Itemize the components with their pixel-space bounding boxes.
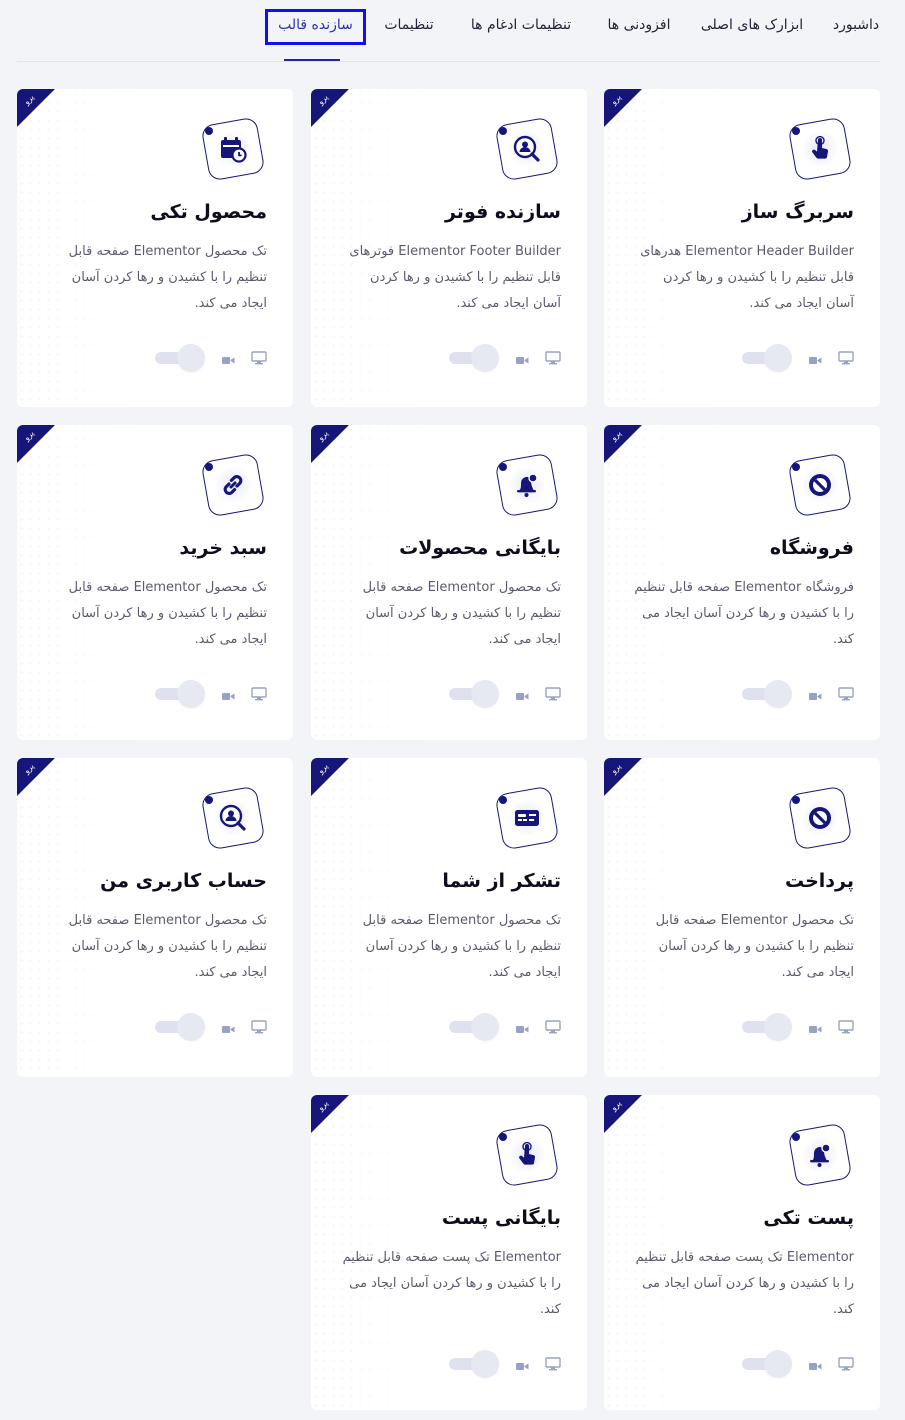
card-title: فروشگاه (769, 537, 854, 559)
card-title: بایگانی پست (441, 1207, 561, 1229)
tab-settings[interactable]: تنظیمات (376, 0, 442, 46)
template-card: پرو سبد خرید تک محصول Elementor صفحه قابل … (17, 425, 293, 740)
video-icon[interactable] (222, 1020, 235, 1039)
monitor-icon[interactable] (545, 350, 561, 369)
card-controls (421, 342, 561, 372)
video-icon[interactable] (222, 351, 235, 370)
card-title: حساب کاربری من (100, 870, 267, 892)
card-title: محصول تکی (150, 201, 267, 223)
template-card: پرو سربرگ ساز Elementor Header Builder هدر… (604, 89, 880, 407)
card-controls (421, 678, 561, 708)
tab-addons[interactable]: افزودنی ها (600, 0, 678, 46)
icon-accent-dot (205, 796, 213, 804)
enable-toggle[interactable] (155, 1013, 205, 1041)
card-title: پست تکی (763, 1207, 854, 1229)
card-title: بایگانی محصولات (399, 537, 561, 559)
enable-toggle[interactable] (155, 344, 205, 372)
video-icon[interactable] (222, 687, 235, 706)
card-title: پرداخت (784, 870, 854, 892)
card-description: تک محصول Elementor صفحه قابل تنظیم را با… (362, 913, 561, 980)
enable-toggle[interactable] (742, 1013, 792, 1041)
icon-accent-dot (499, 127, 507, 135)
card-controls (127, 1011, 267, 1041)
card-controls (127, 342, 267, 372)
card-controls (714, 678, 854, 708)
enable-toggle[interactable] (449, 680, 499, 708)
icon-accent-dot (499, 1133, 507, 1141)
monitor-icon[interactable] (838, 1019, 854, 1038)
card-description: فروشگاه Elementor صفحه قابل تنظیم را با … (634, 580, 854, 647)
video-icon[interactable] (516, 1020, 529, 1039)
monitor-icon[interactable] (838, 350, 854, 369)
card-description: تک محصول Elementor صفحه قابل تنظیم را با… (68, 913, 267, 980)
icon-accent-dot (205, 463, 213, 471)
template-card: پرو فروشگاه فروشگاه Elementor صفحه قابل تن… (604, 425, 880, 740)
monitor-icon[interactable] (251, 686, 267, 705)
tab-core-widgets[interactable]: ابزارک های اصلی (698, 0, 806, 46)
template-card: پرو تشکر از شما تک محصول Elementor صفحه قا… (311, 758, 587, 1077)
template-card: پرو سازنده فوتر Elementor Footer Builder ف… (311, 89, 587, 407)
monitor-icon[interactable] (545, 1019, 561, 1038)
icon-accent-dot (792, 796, 800, 804)
monitor-icon[interactable] (251, 350, 267, 369)
card-controls (714, 1348, 854, 1378)
card-description: تک محصول Elementor صفحه قابل تنظیم را با… (68, 244, 267, 311)
enable-toggle[interactable] (742, 680, 792, 708)
enable-toggle[interactable] (449, 1350, 499, 1378)
icon-accent-dot (792, 1133, 800, 1141)
card-controls (421, 1348, 561, 1378)
icon-accent-dot (499, 796, 507, 804)
card-controls (127, 678, 267, 708)
tab-dashboard[interactable]: داشبورد (826, 0, 886, 46)
card-description: تک محصول Elementor صفحه قابل تنظیم را با… (655, 913, 854, 980)
card-title: تشکر از شما (442, 870, 561, 892)
top-navigation: داشبورد ابزارک های اصلی افزودنی ها تنظیم… (0, 0, 905, 62)
card-description: Elementor Footer Builder فوترهای قابل تن… (349, 244, 561, 311)
card-title: سربرگ ساز (741, 201, 854, 223)
template-card: پرو حساب کاربری من تک محصول Elementor صفحه… (17, 758, 293, 1077)
enable-toggle[interactable] (155, 680, 205, 708)
nav-divider (17, 61, 880, 62)
monitor-icon[interactable] (545, 686, 561, 705)
video-icon[interactable] (809, 1020, 822, 1039)
card-description: تک محصول Elementor صفحه قابل تنظیم را با… (362, 580, 561, 647)
video-icon[interactable] (516, 1357, 529, 1376)
monitor-icon[interactable] (545, 1356, 561, 1375)
video-icon[interactable] (516, 687, 529, 706)
template-card: پرو پست تکی Elementor تک پست صفحه قابل تنظ… (604, 1095, 880, 1410)
video-icon[interactable] (809, 687, 822, 706)
video-icon[interactable] (516, 351, 529, 370)
monitor-icon[interactable] (838, 686, 854, 705)
card-controls (421, 1011, 561, 1041)
card-controls (714, 342, 854, 372)
template-card: پرو محصول تکی تک محصول Elementor صفحه قابل… (17, 89, 293, 407)
enable-toggle[interactable] (742, 344, 792, 372)
icon-accent-dot (792, 127, 800, 135)
card-controls (714, 1011, 854, 1041)
icon-accent-dot (499, 463, 507, 471)
enable-toggle[interactable] (449, 344, 499, 372)
template-card: پرو پرداخت تک محصول Elementor صفحه قابل تن… (604, 758, 880, 1077)
monitor-icon[interactable] (251, 1019, 267, 1038)
card-description: Elementor Header Builder هدرهای قابل تنظ… (640, 244, 854, 311)
card-title: سبد خرید (179, 537, 267, 559)
card-description: تک محصول Elementor صفحه قابل تنظیم را با… (68, 580, 267, 647)
template-card: پرو بایگانی پست Elementor تک پست صفحه قابل… (311, 1095, 587, 1410)
active-tab-highlight (265, 9, 366, 45)
template-card: پرو بایگانی محصولات تک محصول Elementor صفح… (311, 425, 587, 740)
monitor-icon[interactable] (838, 1356, 854, 1375)
card-description: Elementor تک پست صفحه قابل تنظیم را با ک… (635, 1250, 854, 1317)
card-description: Elementor تک پست صفحه قابل تنظیم را با ک… (342, 1250, 561, 1317)
video-icon[interactable] (809, 1357, 822, 1376)
card-title: سازنده فوتر (444, 201, 561, 223)
icon-accent-dot (205, 127, 213, 135)
enable-toggle[interactable] (742, 1350, 792, 1378)
enable-toggle[interactable] (449, 1013, 499, 1041)
tab-integration-settings[interactable]: تنظیمات ادغام ها (462, 0, 580, 46)
icon-accent-dot (792, 463, 800, 471)
video-icon[interactable] (809, 351, 822, 370)
